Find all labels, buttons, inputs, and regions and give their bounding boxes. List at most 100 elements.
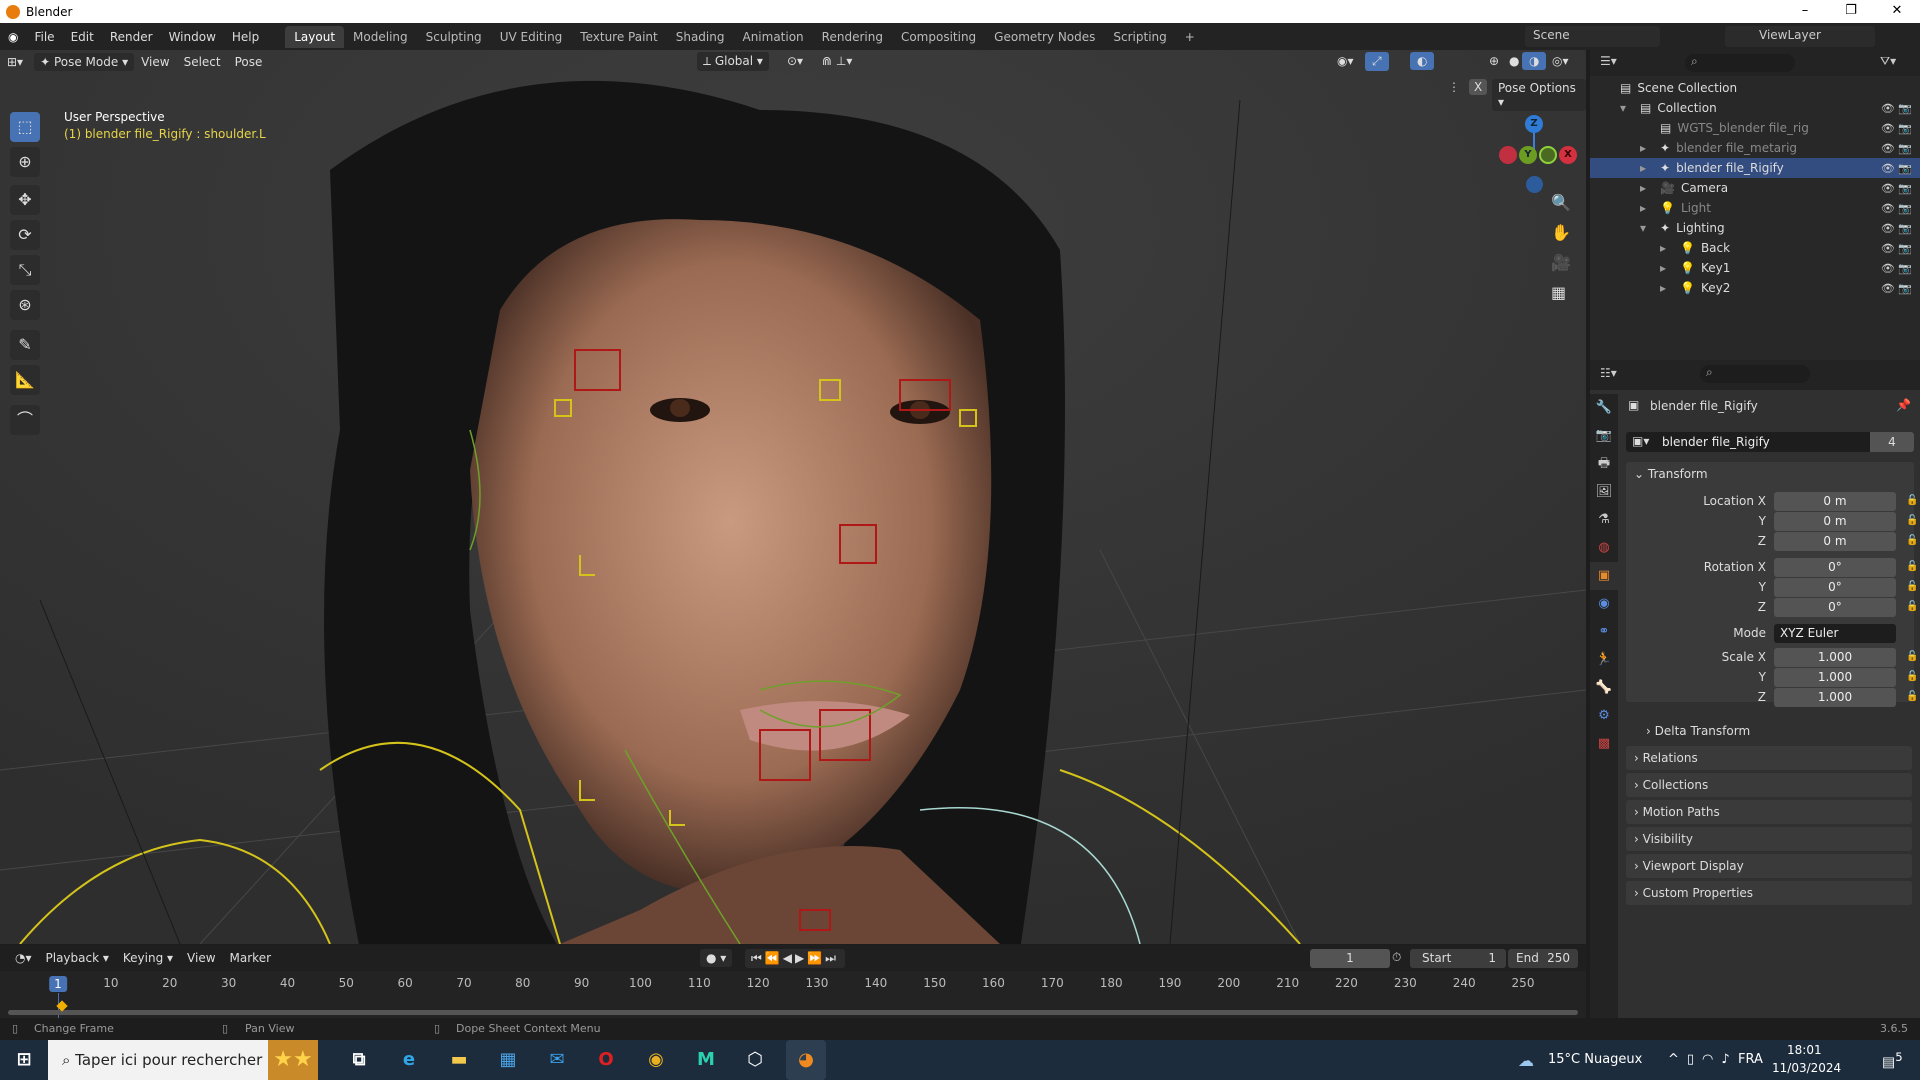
field-value[interactable]: 1.000 — [1774, 648, 1896, 667]
visibility-toggles[interactable]: 👁 📷 — [1881, 142, 1912, 155]
menu-file[interactable]: File — [26, 30, 62, 44]
collapsed-panel[interactable]: › Relations — [1626, 746, 1912, 770]
lock-icon[interactable]: 🔓 — [1906, 581, 1918, 592]
visibility-icon[interactable]: ◉▾ — [1330, 52, 1361, 70]
datablock-icon[interactable]: ▣▾ — [1632, 434, 1649, 448]
move-tool-icon[interactable]: ✥ — [10, 185, 40, 215]
frame-ruler[interactable]: 1 10 20 30 40 50 60 70 80 90 100 110 120 130 140 150 160… — [0, 945, 1586, 1018]
tab-modeling[interactable]: Modeling — [344, 26, 417, 48]
chrome-icon[interactable]: ◉ — [642, 1046, 670, 1074]
constraints-tab-icon[interactable]: ⚭ — [1590, 618, 1618, 646]
orientation-selector[interactable]: ⟂ Global ▾ — [697, 52, 769, 71]
collapsed-panel[interactable]: › Collections — [1626, 773, 1912, 797]
outliner-row[interactable]: ▸ ✦ blender file_Rigify 👁 📷 — [1590, 158, 1920, 178]
object-tab-icon[interactable]: ▣ — [1590, 562, 1618, 590]
select-box-tool-icon[interactable]: ⬚ — [10, 112, 40, 142]
field-value[interactable]: 0° — [1774, 578, 1896, 597]
lock-icon[interactable]: 🔓 — [1906, 515, 1918, 526]
file-explorer-icon[interactable]: ▬ — [445, 1046, 473, 1074]
add-workspace-button[interactable]: + — [1176, 26, 1204, 48]
lock-icon[interactable]: 🔓 — [1906, 691, 1918, 702]
menu-select[interactable]: Select — [177, 53, 228, 71]
gizmo-neg-z[interactable] — [1526, 176, 1543, 193]
world-tab-icon[interactable]: ◍ — [1590, 534, 1618, 562]
object-datablock-field[interactable]: ▣▾ blender file_Rigify 4 — [1626, 432, 1914, 452]
edge-icon[interactable]: e — [395, 1046, 423, 1074]
menu-window[interactable]: Window — [161, 30, 224, 44]
visibility-toggles[interactable]: 👁 📷 — [1881, 102, 1912, 115]
expand-arrow-icon[interactable]: ▸ — [1640, 161, 1654, 175]
field-value[interactable]: 0° — [1774, 598, 1896, 617]
system-tray-icons[interactable]: ^▯◠♪ — [1668, 1052, 1738, 1067]
outliner-row[interactable]: ▾ ✦ Lighting 👁 📷 — [1590, 218, 1920, 238]
tab-sculpting[interactable]: Sculpting — [417, 26, 491, 48]
visibility-toggles[interactable]: 👁 📷 — [1881, 202, 1912, 215]
task-view-icon[interactable]: ⧉ — [345, 1046, 373, 1074]
shading-material-icon[interactable]: ◑ — [1522, 52, 1547, 70]
tab-geometry-nodes[interactable]: Geometry Nodes — [985, 26, 1104, 48]
gizmo-neg-y[interactable] — [1539, 146, 1557, 164]
scale-tool-icon[interactable]: ⤡ — [10, 255, 40, 285]
field-value[interactable]: 0 m — [1774, 532, 1896, 551]
user-count[interactable]: 4 — [1870, 432, 1914, 452]
3d-viewer-icon[interactable]: ⬡ — [741, 1046, 769, 1074]
render-tab-icon[interactable]: 📷 — [1590, 422, 1618, 450]
expand-arrow-icon[interactable]: ▾ — [1620, 101, 1634, 115]
menu-pose[interactable]: Pose — [228, 53, 270, 71]
annotate-tool-icon[interactable]: ✎ — [10, 330, 40, 360]
collapsed-panel[interactable]: › Viewport Display — [1626, 854, 1912, 878]
outliner-row[interactable]: ▤ Scene Collection — [1590, 78, 1920, 98]
tool-tab-icon[interactable]: 🔧 — [1590, 394, 1618, 422]
collapsed-panel[interactable]: › Custom Properties — [1626, 881, 1912, 905]
scene-tab-icon[interactable]: ⚗ — [1590, 506, 1618, 534]
output-tab-icon[interactable]: 🖶 — [1590, 450, 1618, 478]
tab-shading[interactable]: Shading — [667, 26, 734, 48]
opera-icon[interactable]: O — [592, 1046, 620, 1074]
clock-date[interactable]: 11/03/2024 — [1772, 1061, 1841, 1075]
tab-compositing[interactable]: Compositing — [892, 26, 985, 48]
camera-view-icon[interactable]: 🎥 — [1551, 253, 1571, 272]
search-highlight-icon[interactable]: ★★ — [268, 1040, 318, 1080]
3d-viewport[interactable]: ⊞▾ ✦ Pose Mode ▾ View Select Pose ⟂ Glob… — [0, 50, 1586, 944]
expand-arrow-icon[interactable]: ▸ — [1660, 241, 1674, 255]
tab-uv-editing[interactable]: UV Editing — [491, 26, 572, 48]
maya-icon[interactable]: M — [692, 1046, 720, 1074]
expand-arrow-icon[interactable]: ▸ — [1660, 261, 1674, 275]
field-value[interactable]: 0 m — [1774, 512, 1896, 531]
properties-search-input[interactable]: ⌕ — [1700, 365, 1810, 383]
snap-icon[interactable]: ⋒ ⊥▾ — [815, 52, 859, 70]
gizmo-z[interactable]: Z — [1525, 115, 1543, 133]
scene-selector[interactable]: Scene — [1525, 26, 1660, 47]
delta-transform-subpanel[interactable]: › Delta Transform — [1646, 724, 1750, 738]
transform-panel-header[interactable]: ⌄ Transform — [1634, 467, 1708, 481]
timeline-scrollbar[interactable] — [8, 1010, 1578, 1015]
perspective-grid-icon[interactable]: ▦ — [1551, 283, 1566, 302]
clock-time[interactable]: 18:01 — [1787, 1043, 1822, 1057]
weather-text[interactable]: 15°C Nuageux — [1548, 1052, 1642, 1067]
store-icon[interactable]: ▦ — [494, 1046, 522, 1074]
measure-tool-icon[interactable]: 📐 — [10, 365, 40, 395]
pose-options-button[interactable]: Pose Options ▾ — [1492, 79, 1586, 111]
taskbar-search-input[interactable]: ⌕ Taper ici pour rechercher — [48, 1040, 268, 1080]
field-value[interactable]: 1.000 — [1774, 688, 1896, 707]
overlay-toggle-icon[interactable]: ◐ — [1410, 52, 1435, 70]
notifications-icon[interactable]: ▤5 — [1882, 1050, 1903, 1071]
pan-hand-icon[interactable]: ✋ — [1551, 223, 1571, 242]
tab-animation[interactable]: Animation — [733, 26, 812, 48]
visibility-toggles[interactable]: 👁 📷 — [1881, 122, 1912, 135]
lock-icon[interactable]: 🔓 — [1906, 651, 1918, 662]
texture-tab-icon[interactable]: ▩ — [1590, 730, 1618, 758]
outliner-row[interactable]: ▸ 🎥 Camera 👁 📷 — [1590, 178, 1920, 198]
transform-tool-icon[interactable]: ⊛ — [10, 290, 40, 320]
zoom-icon[interactable]: 🔍 — [1551, 193, 1571, 212]
shading-rendered-icon[interactable]: ◎▾ — [1545, 52, 1576, 70]
rotate-tool-icon[interactable]: ⟳ — [10, 220, 40, 250]
outliner-search-input[interactable]: ⌕ — [1685, 54, 1795, 72]
visibility-toggles[interactable]: 👁 📷 — [1881, 282, 1912, 295]
outliner-row[interactable]: ▤ WGTS_blender file_rig 👁 📷 — [1590, 118, 1920, 138]
lock-icon[interactable]: 🔓 — [1906, 495, 1918, 506]
gizmo-neg-x[interactable] — [1499, 146, 1517, 164]
maximize-button[interactable]: ❐ — [1828, 0, 1874, 23]
expand-arrow-icon[interactable]: ▸ — [1640, 141, 1654, 155]
menu-help[interactable]: Help — [224, 30, 267, 44]
